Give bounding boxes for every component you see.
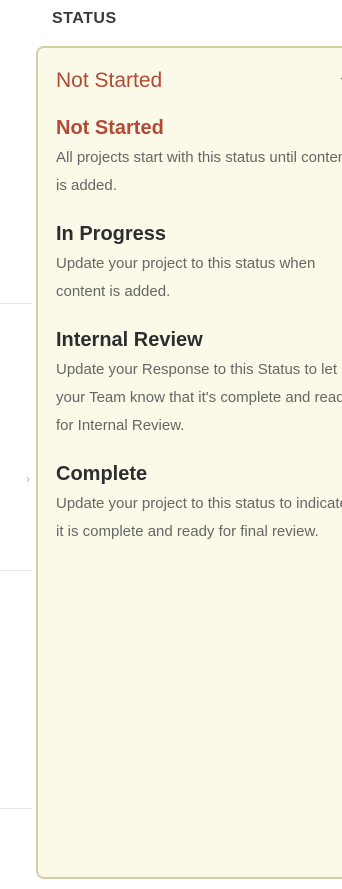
selected-status-value: Not Started (56, 69, 163, 92)
status-option-description: Update your Response to this Status to l… (56, 361, 342, 434)
status-dropdown-trigger[interactable]: Not Started ▾ (38, 48, 342, 114)
status-option-in-progress[interactable]: In Progress Update your project to this … (56, 220, 330, 306)
background-handle-icon: › (26, 471, 31, 486)
status-option-title: In Progress (56, 223, 167, 245)
status-option-title: Not Started (56, 117, 164, 139)
status-option-description: Update your project to this status to in… (56, 495, 342, 540)
status-options-list: Not Started All projects start with this… (38, 114, 342, 546)
status-option-complete[interactable]: Complete Update your project to this sta… (56, 460, 342, 546)
background-divider (0, 303, 32, 304)
status-page: STATUS › Not Started ▾ Not Started All p… (0, 0, 342, 889)
status-option-description: All projects start with this status unti… (56, 149, 342, 194)
status-option-description: Update your project to this status when … (56, 255, 316, 300)
background-divider (0, 570, 32, 571)
status-dropdown[interactable]: Not Started ▾ Not Started All projects s… (36, 46, 342, 879)
status-option-title: Complete (56, 463, 148, 485)
status-label: STATUS (52, 10, 117, 27)
status-option-title: Internal Review (56, 329, 203, 351)
status-option-not-started[interactable]: Not Started All projects start with this… (56, 114, 342, 200)
background-divider (0, 808, 32, 809)
status-option-internal-review[interactable]: Internal Review Update your Response to … (56, 326, 342, 440)
